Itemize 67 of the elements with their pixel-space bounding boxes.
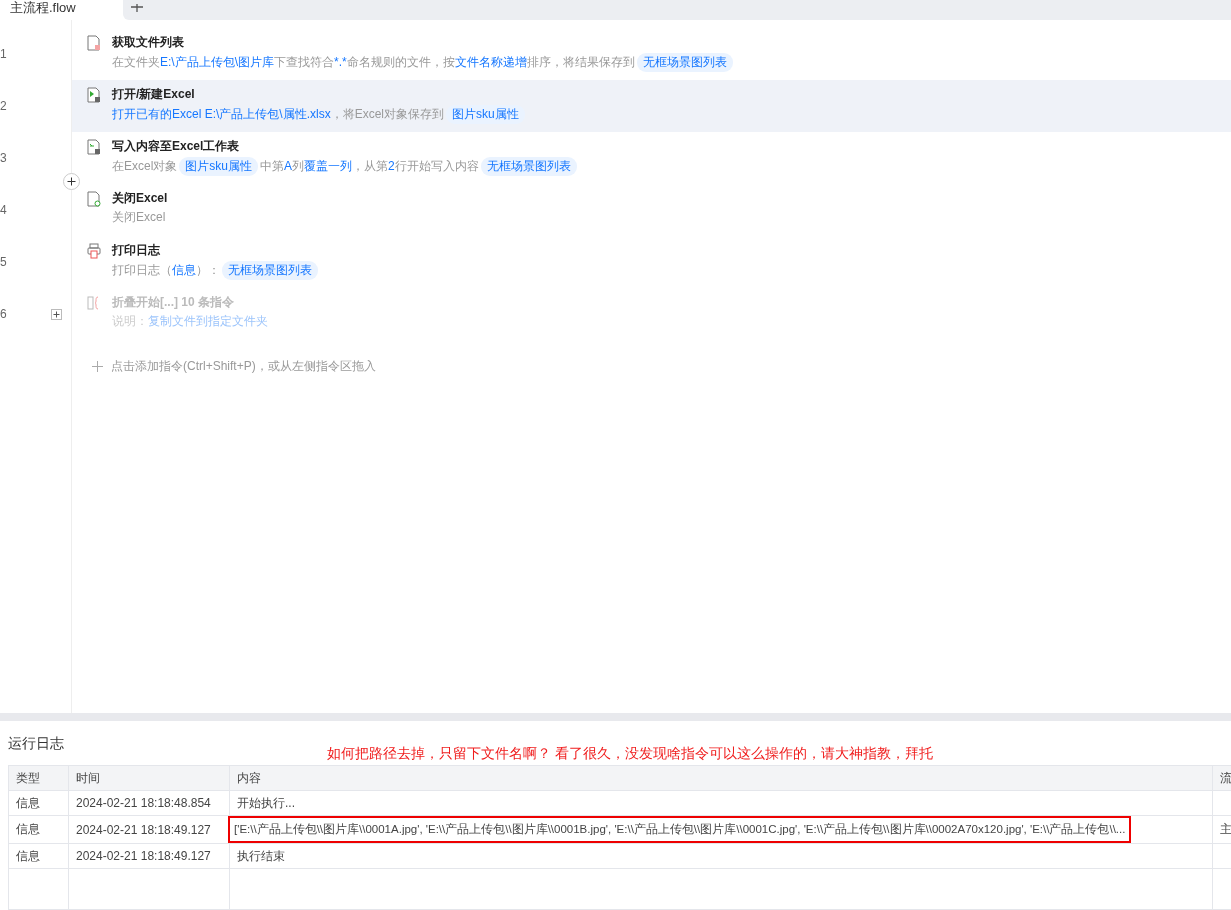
panel-title: 运行日志 xyxy=(8,735,64,753)
table-cell: 信息 xyxy=(16,822,40,836)
step-description: 关闭Excel xyxy=(112,208,166,226)
step-icon xyxy=(87,190,101,207)
add-step-hint[interactable]: 点击添加指令(Ctrl+Shift+P)，或从左侧指令区拖入 xyxy=(111,357,376,375)
step-row[interactable]: 获取文件列表 在文件夹E:\产品上传包\图片库下查找符合*.*命名规则的文件，按文件名称递增排序，将结果保存到 无框场景图列表 xyxy=(72,27,1231,80)
step-description: 打印日志（ xyxy=(112,261,172,279)
step-description: ，将Excel对象保存到 xyxy=(330,105,445,123)
table-cell: 主 xyxy=(1220,822,1231,836)
step-title: 折叠开始[...] 10 条指令 xyxy=(112,293,235,311)
column-header: 类型 xyxy=(8,765,69,791)
step-icon xyxy=(87,294,101,311)
table-cell: 2024-02-21 18:18:48.854 xyxy=(76,796,211,810)
table-cell: 开始执行... xyxy=(237,795,295,810)
step-description: 命名规则的文件，按 xyxy=(346,53,455,71)
parameter-link[interactable]: A xyxy=(284,159,293,174)
plus-icon[interactable] xyxy=(131,4,143,12)
insert-step-icon[interactable] xyxy=(63,172,80,190)
step-description: 下查找符合 xyxy=(274,53,334,71)
column-header: 内容 xyxy=(229,765,1213,791)
parameter-link[interactable]: 文件名称递增 xyxy=(454,53,527,71)
line-number: 3 xyxy=(0,150,7,165)
table-cell: 信息 xyxy=(16,795,40,810)
step-description: 行开始写入内容 xyxy=(394,157,479,175)
step-title: 打开/新建Excel xyxy=(112,85,196,103)
parameter-link[interactable]: *.* xyxy=(334,55,347,70)
line-number: 5 xyxy=(0,254,7,269)
line-number: 2 xyxy=(0,98,7,113)
step-description: 在文件夹 xyxy=(112,53,160,71)
step-row[interactable]: 写入内容至Excel工作表 在Excel对象 图片sku属性 中第A列覆盖一列，从第2行开始写入内容 无框场景图列表 xyxy=(72,131,1231,184)
step-description: 列 xyxy=(292,157,305,175)
step-title: 获取文件列表 xyxy=(112,33,185,51)
step-title: 打印日志 xyxy=(112,241,161,259)
step-description: ，从第 xyxy=(352,157,389,175)
step-row[interactable]: 打印日志 打印日志（信息）： 无框场景图列表 xyxy=(72,235,1231,288)
line-number: 6 xyxy=(0,306,7,321)
step-icon xyxy=(87,242,101,259)
step-icon xyxy=(87,34,101,51)
step-description: 排序，将结果保存到 xyxy=(526,53,635,71)
variable-tag[interactable]: 图片sku属性 xyxy=(179,156,259,176)
annotation-text: 如何把路径去掉，只留下文件名啊？ 看了很久，没发现啥指令可以这么操作的，请大神指教，拜托 xyxy=(327,745,933,763)
parameter-link[interactable]: 打开已有的Excel E:\产品上传包\属性.xlsx xyxy=(112,105,331,123)
step-description: ）： xyxy=(196,261,220,279)
step-row[interactable]: 打开/新建Excel 打开已有的Excel E:\产品上传包\属性.xlsx，将Excel对象保存到 图片sku属性 xyxy=(72,79,1231,132)
table-cell: 2024-02-21 18:18:49.127 xyxy=(76,849,211,863)
step-description: 在Excel对象 xyxy=(112,157,178,175)
table-cell: ['E:\\产品上传包\\图片库\\0001A.jpg', 'E:\\产品上传包\\图片库\\0001B.jpg', 'E:\\产品上传包\\图片库\\0001C.jpg', 'E:\\产品上传包\\图片库\\0002A70x120.jpg', 'E:\\产品上传包\\... xyxy=(228,816,1132,843)
parameter-link[interactable]: 覆盖一列 xyxy=(304,157,353,175)
line-number: 4 xyxy=(0,202,7,217)
parameter-link[interactable]: 信息 xyxy=(172,261,196,279)
table-cell: 执行结束 xyxy=(237,848,285,863)
parameter-link[interactable]: 2 xyxy=(388,159,395,174)
parameter-link[interactable]: E:\产品上传包\图片库 xyxy=(160,53,274,71)
line-number: 1 xyxy=(0,46,7,61)
table-cell: 信息 xyxy=(16,848,40,863)
variable-tag[interactable]: 无框场景图列表 xyxy=(636,52,733,72)
step-icon xyxy=(87,138,101,155)
variable-tag[interactable]: 无框场景图列表 xyxy=(480,156,577,176)
table-cell: 2024-02-21 18:18:49.127 xyxy=(76,822,211,837)
step-title: 写入内容至Excel工作表 xyxy=(112,137,241,155)
step-icon xyxy=(87,86,101,103)
step-description: 中第 xyxy=(260,157,285,175)
variable-tag[interactable]: 无框场景图列表 xyxy=(222,260,318,280)
column-header: 时间 xyxy=(68,765,230,791)
step-title: 关闭Excel xyxy=(112,189,168,207)
variable-tag[interactable]: 图片sku属性 xyxy=(446,104,525,124)
step-row[interactable]: 关闭Excel 关闭Excel xyxy=(72,183,1231,236)
